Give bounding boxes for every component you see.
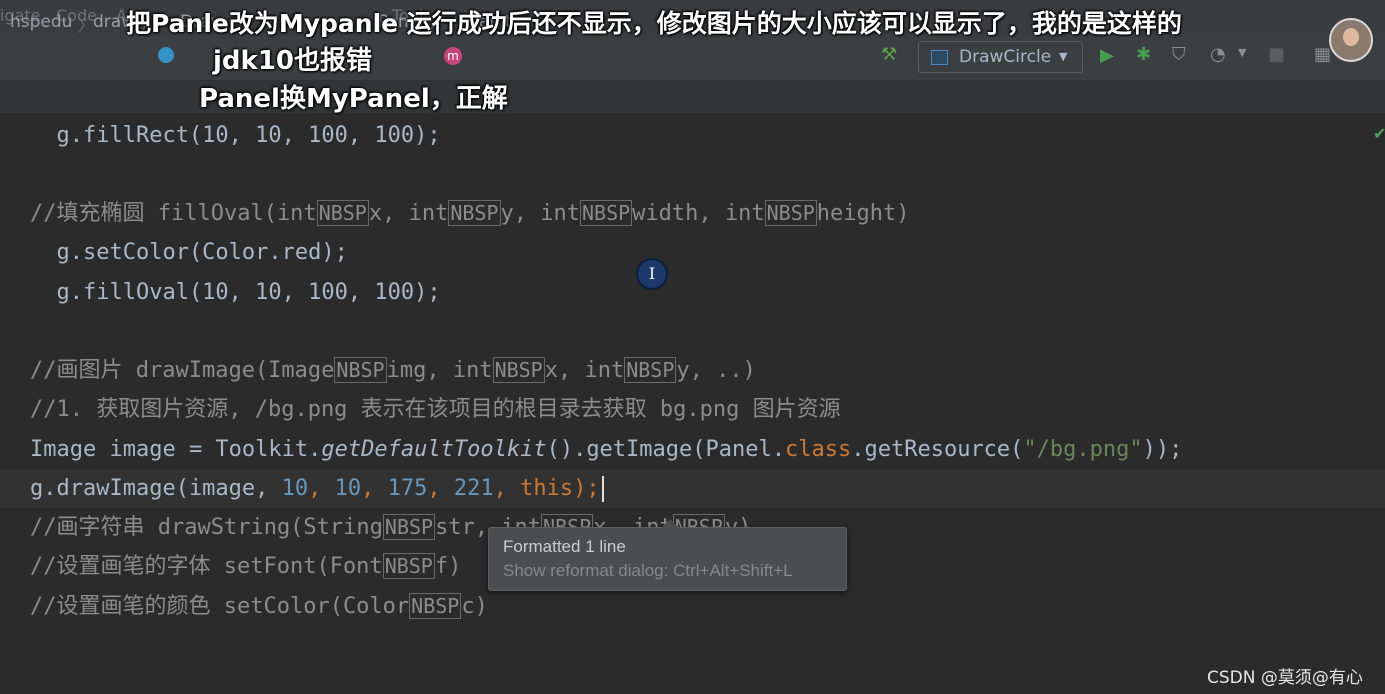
code-line: //填充椭圆 fillOval(int NBSPx, int NBSPy, int N… [30, 200, 910, 226]
code-line: //1. 获取图片资源, /bg.png 表示在该项目的根目录去获取 bg.pn… [30, 397, 841, 422]
text-caret [601, 476, 604, 502]
code-line-current: g.drawImage(image, 10, 10, 175, 221, thi… [0, 469, 1385, 508]
profile-icon[interactable]: ◔ [1210, 44, 1226, 65]
code-line: //设置画笔的颜色 setColor(Color NBSPc) [30, 593, 488, 619]
code-line: g.setColor(Color.red); [30, 240, 348, 265]
overlay-subtitle-line2: jdk10也报错 [213, 46, 372, 76]
watermark: CSDN @莫须@有心 [1207, 668, 1363, 688]
code-line: Image image = Toolkit.getDefaultToolkit(… [30, 437, 1183, 462]
method-icon: m [444, 47, 462, 65]
avatar [1329, 18, 1373, 62]
class-icon [158, 47, 174, 63]
overlay-subtitle-line1: 把Panle改为Mypanle 运行成功后还不显示，修改图片的大小应该可以显示了… [126, 9, 1182, 38]
code-line: //画图片 drawImage(Image NBSPimg, int NBSPx, … [30, 357, 756, 383]
run-configuration-select[interactable]: DrawCircle ▼ [918, 41, 1083, 73]
code-line: g.fillRect(10, 10, 100, 100); [30, 123, 441, 148]
coverage-icon[interactable]: ⛉ [1172, 44, 1186, 65]
reformat-tooltip: Formatted 1 line Show reformat dialog: C… [488, 519, 847, 591]
tooltip-title: Formatted 1 line [503, 537, 626, 556]
breadcrumb-hspedu[interactable]: hspedu [10, 12, 72, 32]
run-config-label: DrawCircle [959, 47, 1052, 67]
run-config-icon [931, 50, 948, 65]
stop-icon[interactable]: ■ [1268, 44, 1285, 65]
chevron-down-icon[interactable]: ▼ [1238, 46, 1246, 59]
run-icon[interactable]: ▶ [1100, 45, 1114, 66]
build-hammer-icon[interactable]: ⚒ [881, 44, 897, 65]
overlay-subtitle-line3: Panel换MyPanel，正解 [199, 84, 508, 114]
breadcrumb-separator: 〉 [78, 16, 95, 35]
chevron-down-icon: ▼ [1059, 50, 1068, 63]
tooltip-hint[interactable]: Show reformat dialog: Ctrl+Alt+Shift+L [503, 561, 793, 581]
project-structure-icon[interactable]: ▦ [1314, 44, 1331, 65]
code-line: g.fillOval(10, 10, 100, 100); [30, 280, 441, 305]
debug-icon[interactable]: ✱ [1136, 44, 1151, 65]
mouse-cursor-icon: I [636, 258, 668, 290]
